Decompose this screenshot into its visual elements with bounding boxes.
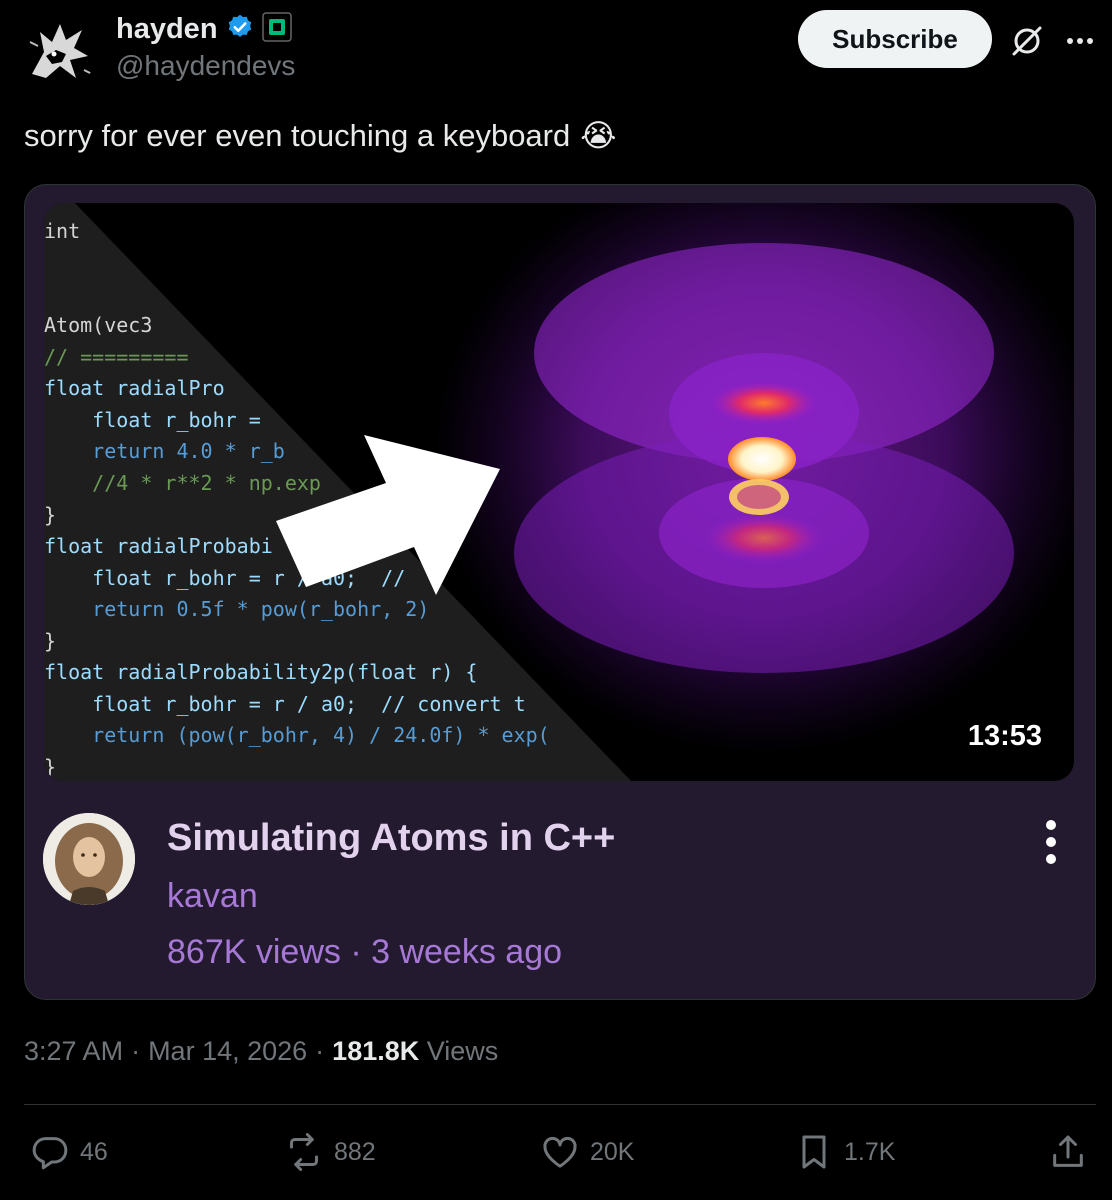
heart-icon bbox=[543, 1136, 577, 1168]
video-separator: · bbox=[350, 933, 362, 971]
bookmark-count: 1.7K bbox=[844, 1137, 896, 1166]
subscribe-button[interactable]: Subscribe bbox=[798, 10, 992, 68]
like-button[interactable]: 20K bbox=[540, 1128, 634, 1176]
share-icon bbox=[1053, 1135, 1083, 1167]
reply-count: 46 bbox=[80, 1137, 108, 1166]
like-count: 20K bbox=[590, 1137, 635, 1166]
arrow-icon bbox=[276, 435, 500, 595]
tweet-header: hayden @haydendevs Subscribe bbox=[0, 0, 1112, 100]
video-channel[interactable]: kavan bbox=[167, 877, 258, 916]
divider bbox=[24, 1104, 1096, 1105]
repost-icon bbox=[290, 1133, 318, 1171]
author-display-name[interactable]: hayden bbox=[116, 13, 218, 46]
video-card[interactable]: int Atom(vec3 // ========= float radialP… bbox=[24, 184, 1096, 1000]
video-title[interactable]: Simulating Atoms in C++ bbox=[167, 817, 615, 860]
views-label: Views bbox=[426, 1036, 499, 1066]
tweet-time[interactable]: 3:27 AM bbox=[24, 1036, 123, 1067]
views-count: 181.8K bbox=[332, 1036, 420, 1066]
tweet-text: sorry for ever even touching a keyboard … bbox=[24, 118, 616, 154]
author-handle[interactable]: @haydendevs bbox=[116, 50, 295, 82]
affiliate-badge-icon[interactable] bbox=[261, 12, 292, 47]
channel-avatar[interactable] bbox=[43, 813, 135, 905]
more-vertical-icon[interactable] bbox=[1039, 817, 1063, 867]
more-horizontal-icon[interactable] bbox=[1060, 26, 1100, 56]
video-views: 867K views bbox=[167, 933, 341, 971]
repost-count: 882 bbox=[334, 1137, 376, 1166]
grok-icon[interactable] bbox=[1008, 22, 1046, 60]
share-button[interactable] bbox=[1048, 1128, 1088, 1176]
reply-icon bbox=[32, 1137, 68, 1170]
author-avatar[interactable] bbox=[22, 12, 98, 88]
meta-dot: · bbox=[131, 1036, 141, 1066]
action-bar: 46 882 20K 1.7K bbox=[0, 1128, 1112, 1176]
reply-button[interactable]: 46 bbox=[30, 1128, 108, 1176]
verified-badge-icon[interactable] bbox=[226, 13, 254, 46]
crying-emoji: 😭 bbox=[580, 118, 617, 153]
bookmark-icon bbox=[802, 1135, 826, 1169]
video-thumbnail[interactable]: int Atom(vec3 // ========= float radialP… bbox=[44, 203, 1074, 781]
video-stats: 867K views · 3 weeks ago bbox=[167, 933, 562, 972]
tweet-meta: 3:27 AM · Mar 14, 2026 · 181.8K Views bbox=[24, 1036, 498, 1067]
repost-button[interactable]: 882 bbox=[284, 1128, 376, 1176]
bookmark-button[interactable]: 1.7K bbox=[794, 1128, 895, 1176]
tweet-date[interactable]: Mar 14, 2026 bbox=[148, 1036, 307, 1067]
meta-dot: · bbox=[315, 1036, 325, 1066]
tweet-body: sorry for ever even touching a keyboard bbox=[24, 118, 571, 153]
video-duration: 13:53 bbox=[967, 720, 1042, 752]
video-age: 3 weeks ago bbox=[371, 933, 563, 971]
